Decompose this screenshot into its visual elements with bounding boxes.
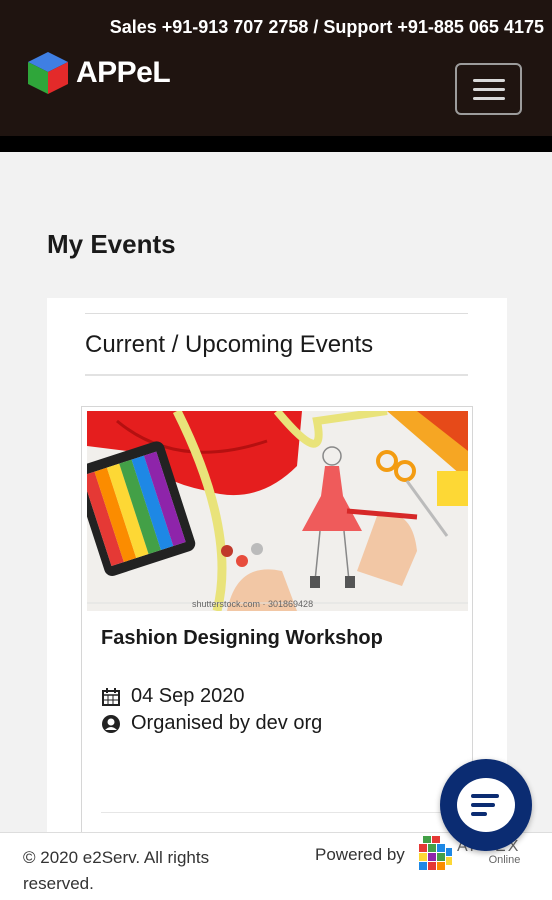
page-title: My Events (47, 229, 176, 259)
chat-button[interactable] (440, 759, 532, 851)
cube-logo-icon (28, 52, 68, 94)
powered-by-text: Powered by (315, 845, 405, 864)
calendar-icon (102, 687, 120, 706)
hamburger-icon-bar (472, 87, 505, 91)
section-title: Current / Upcoming Events (85, 331, 374, 358)
event-card[interactable]: shutterstock.com · 301869428 Fashion Des… (81, 406, 473, 876)
hamburger-icon-bar (472, 96, 505, 100)
section-header: Current / Upcoming Events (85, 313, 468, 376)
header-divider (0, 136, 552, 152)
card-divider (101, 812, 451, 813)
fashion-sketch-illustration (87, 411, 468, 611)
user-circle-icon (102, 714, 120, 733)
appex-sub: Online (488, 854, 521, 866)
appel-logo[interactable]: APPeL (26, 50, 171, 96)
logo-text: APPeL (76, 56, 171, 89)
event-organiser: Organised by dev org (101, 712, 322, 735)
event-organiser-text: Organised by dev org (131, 712, 323, 734)
chat-icon (457, 778, 515, 832)
contact-line: Sales +91-913 707 2758 / Support +91-885… (109, 17, 544, 37)
menu-toggle-button[interactable] (455, 63, 522, 115)
event-image[interactable]: shutterstock.com · 301869428 (87, 411, 468, 611)
copyright-text: © 2020 e2Serv. All rights reserved. (23, 848, 210, 893)
event-date: 04 Sep 2020 (101, 685, 244, 708)
cube-grid-logo-icon (419, 836, 452, 870)
hamburger-icon-bar (472, 78, 505, 82)
events-panel: Current / Upcoming Events shutterstock.c… (47, 298, 507, 876)
app-header: Sales +91-913 707 2758 / Support +91-885… (0, 0, 552, 136)
image-watermark: shutterstock.com · 301869428 (192, 599, 314, 609)
event-date-text: 04 Sep 2020 (131, 685, 245, 707)
event-title[interactable]: Fashion Designing Workshop (101, 627, 383, 650)
